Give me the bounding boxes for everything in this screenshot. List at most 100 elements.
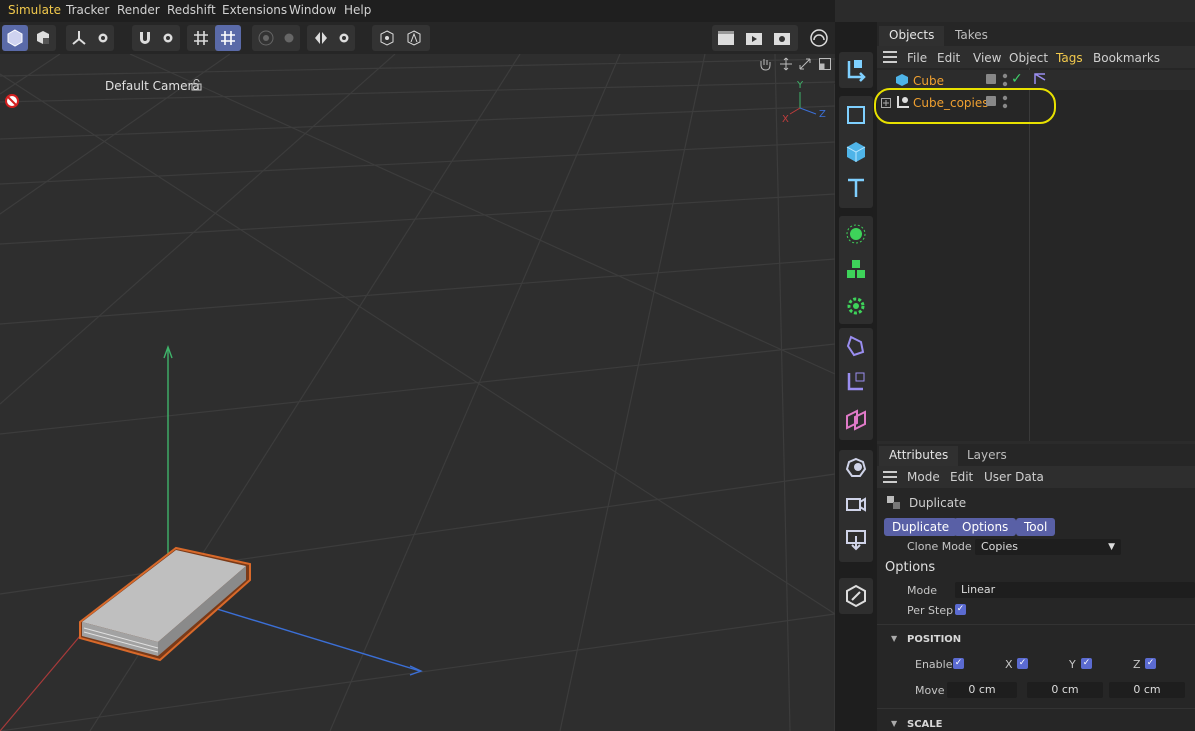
hamburger-menu-icon[interactable] (883, 51, 897, 66)
tab-tool[interactable]: Tool (1016, 518, 1056, 536)
camera-label[interactable]: Default Camera (105, 79, 200, 93)
z-label: Z (1133, 658, 1141, 671)
collapse-chevron-icon[interactable]: ▼ (891, 719, 897, 728)
axis-gizmo: Y X Z (780, 80, 830, 126)
objects-menu-object[interactable]: Object (1009, 51, 1048, 65)
highlight-annotation (874, 88, 1056, 124)
clone-mode-label: Clone Mode (907, 540, 972, 553)
enabled-check-icon[interactable]: ✓ (1011, 71, 1023, 87)
symmetry-settings-gear-icon[interactable] (331, 25, 357, 51)
menu-tracker[interactable]: Tracker (66, 3, 109, 17)
cloner-icon[interactable] (839, 217, 873, 251)
objects-menu-tags[interactable]: Tags (1056, 51, 1083, 65)
sky-environment-icon[interactable] (839, 451, 873, 485)
phong-tag-icon[interactable] (1033, 72, 1047, 89)
model-mode-icon[interactable] (2, 25, 28, 51)
position-section-header[interactable]: POSITION (907, 634, 961, 645)
enable-checkbox[interactable]: ✓ (953, 658, 964, 669)
menu-window[interactable]: Window (289, 3, 336, 17)
gizmo-x-label: X (782, 114, 789, 125)
move-z-value: 0 cm (1133, 683, 1161, 696)
object-mode-icon[interactable] (30, 25, 56, 51)
y-checkbox[interactable]: ✓ (1081, 658, 1092, 669)
pan-hand-icon[interactable] (758, 57, 772, 74)
mode-dropdown[interactable]: Linear (955, 582, 1195, 598)
objects-menu-file[interactable]: File (907, 51, 927, 65)
axis-icon[interactable] (66, 25, 92, 51)
mode-label: Mode (907, 584, 937, 597)
zoom-view-icon[interactable] (798, 57, 812, 74)
per-step-label: Per Step (907, 604, 954, 617)
per-step-checkbox[interactable]: ✓ (955, 604, 966, 615)
menu-redshift[interactable]: Redshift (167, 3, 216, 17)
hamburger-menu-icon[interactable] (883, 471, 897, 486)
tab-options[interactable]: Options (954, 518, 1017, 536)
maximize-view-icon[interactable] (818, 57, 832, 74)
grid-icon[interactable] (188, 25, 214, 51)
attributes-menu-mode[interactable]: Mode (907, 470, 940, 484)
move-y-input[interactable]: 0 cm (1027, 682, 1103, 698)
menu-extensions[interactable]: Extensions (222, 3, 287, 17)
menu-bar: Simulate Tracker Render Redshift Extensi… (0, 0, 835, 22)
object-name[interactable]: Cube (913, 74, 944, 88)
objects-menu-bookmarks[interactable]: Bookmarks (1093, 51, 1160, 65)
gizmo-y-label: Y (797, 80, 804, 91)
y-label: Y (1069, 658, 1076, 671)
object-palette (835, 22, 877, 731)
view-visibility-icon[interactable] (374, 25, 400, 51)
collapse-chevron-icon[interactable]: ▼ (891, 634, 897, 643)
objects-menu-view[interactable]: View (973, 51, 1001, 65)
view-text-icon[interactable] (401, 25, 427, 51)
deformer-icon[interactable] (839, 329, 873, 363)
gizmo-z-label: Z (819, 109, 826, 120)
object-type-label: Duplicate (909, 496, 967, 510)
sketch-edit-icon[interactable] (839, 579, 873, 613)
divider (877, 708, 1195, 709)
attributes-menu-user-data[interactable]: User Data (984, 470, 1044, 484)
mode-value: Linear (961, 583, 996, 596)
render-view-icon[interactable] (713, 25, 739, 51)
clone-mode-dropdown[interactable]: Copies ▼ (975, 539, 1121, 555)
menu-simulate[interactable]: Simulate (8, 3, 61, 17)
menu-help[interactable]: Help (344, 3, 371, 17)
divider (877, 624, 1195, 625)
soft-settings-gear-icon[interactable] (276, 25, 302, 51)
scale-section-header[interactable]: SCALE (907, 719, 942, 730)
main-toolbar (0, 22, 835, 54)
field-icon[interactable] (839, 403, 873, 437)
edit-visibility-icon[interactable] (986, 74, 996, 84)
object-row[interactable]: Cube ✓ (877, 70, 1195, 90)
snap-settings-gear-icon[interactable] (155, 25, 181, 51)
cube-object[interactable] (72, 542, 272, 672)
attributes-panel: Attributes Layers Mode Edit User Data Du… (877, 444, 1195, 731)
plane-icon[interactable] (839, 98, 873, 132)
null-object-icon[interactable] (839, 53, 873, 87)
attributes-menu-edit[interactable]: Edit (950, 470, 973, 484)
no-entry-icon (5, 94, 19, 111)
effector-icon[interactable] (839, 289, 873, 323)
3d-viewport[interactable]: Default Camera Y X Z (0, 54, 835, 731)
move-x-input[interactable]: 0 cm (947, 682, 1017, 698)
clone-mode-value: Copies (981, 540, 1018, 553)
z-checkbox[interactable]: ✓ (1145, 658, 1156, 669)
move-view-icon[interactable] (779, 57, 793, 74)
menu-render[interactable]: Render (117, 3, 160, 17)
camera-icon[interactable] (839, 487, 873, 521)
camera-lock-icon[interactable] (191, 79, 203, 94)
render-to-viewer-icon[interactable] (741, 25, 767, 51)
text-spline-icon[interactable] (839, 171, 873, 205)
section-options-title: Options (885, 560, 936, 575)
objects-menu-edit[interactable]: Edit (937, 51, 960, 65)
light-icon[interactable] (839, 523, 873, 557)
cube-primitive-icon[interactable] (839, 135, 873, 169)
x-label: X (1005, 658, 1013, 671)
x-checkbox[interactable]: ✓ (1017, 658, 1028, 669)
connect-object-icon[interactable] (839, 365, 873, 399)
axis-settings-gear-icon[interactable] (90, 25, 116, 51)
matrix-icon[interactable] (839, 253, 873, 287)
render-settings-icon[interactable] (769, 25, 795, 51)
move-z-input[interactable]: 0 cm (1109, 682, 1185, 698)
redshift-icon[interactable] (806, 25, 832, 51)
grid-snap-icon[interactable] (215, 25, 241, 51)
tab-duplicate[interactable]: Duplicate (884, 518, 958, 536)
